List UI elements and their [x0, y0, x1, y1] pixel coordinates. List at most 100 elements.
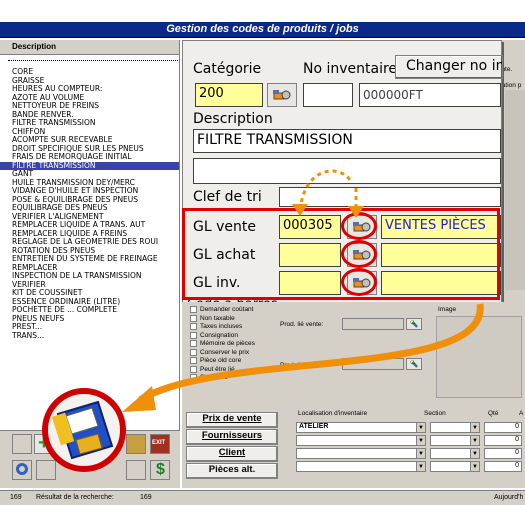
categorie-label: Catégorie	[193, 61, 262, 77]
list-item[interactable]: VIDANGE D'HUILE ET INSPECTION	[0, 187, 179, 196]
list-item[interactable]: INSPECTION DE LA TRANSMISSION	[0, 272, 179, 281]
chevron-down-icon[interactable]: ▼	[470, 423, 479, 432]
status-result-label: Résultat de la recherche:	[36, 494, 114, 501]
col-a: A	[519, 410, 524, 417]
section-select[interactable]: ▼	[430, 422, 480, 433]
list-item[interactable]: NETTOYEUR DE FREINS	[0, 102, 179, 111]
list-item[interactable]: REMPLACER LIQUIDE À TRANS. AUT	[0, 221, 179, 230]
list-item[interactable]: FILTRE TRANSMISSION	[0, 119, 179, 128]
clef-de-tri-label: Clef de tri	[193, 189, 262, 205]
status-bar: 169 Résultat de la recherche: 169 Aujour…	[0, 490, 525, 505]
list-item[interactable]: REMPLACER LIQUIDE À FREINS	[0, 230, 179, 239]
exit-icon: EXIT	[152, 440, 166, 446]
status-result-value: 169	[140, 494, 152, 501]
description-field[interactable]: FILTRE TRANSMISSION	[193, 129, 501, 153]
qte-field[interactable]: 0	[484, 435, 522, 446]
client-label: Client	[218, 447, 246, 458]
list-item[interactable]: FRAIS DE REMORQUAGE INITIAL	[0, 153, 179, 162]
list-item[interactable]: RÉGLAGE DE LA GÉOMÉTRIE DES ROUI	[0, 238, 179, 247]
highlight-circle-inv	[341, 268, 377, 296]
list-item[interactable]: HEURES AU COMPTEUR:	[0, 85, 179, 94]
fournisseurs-button[interactable]: Fournisseurs	[186, 429, 278, 445]
list-item[interactable]: VÉRIFIER	[0, 281, 179, 290]
pieces-alt-label: Pièces alt.	[208, 464, 256, 475]
save-disk-icon	[51, 400, 114, 460]
localisation-value: ATELIER	[299, 423, 329, 430]
list-item[interactable]: REMPLACER	[0, 264, 179, 273]
no-inventaire-prefix-field[interactable]	[303, 83, 353, 107]
qte-field[interactable]: 0	[484, 448, 522, 459]
list-item[interactable]: VÉRIFIER L'ALIGNEMENT	[0, 213, 179, 222]
qte-field[interactable]: 0	[484, 422, 522, 433]
list-item[interactable]: BANDE RENVER.	[0, 111, 179, 120]
description-label: Description	[193, 111, 273, 127]
localisation-select[interactable]: ▼	[296, 435, 426, 446]
right-hint-2: tation p	[500, 82, 522, 89]
list-item[interactable]: ROTATION DES PNEUS	[0, 247, 179, 256]
status-count: 169	[10, 494, 22, 501]
fournisseurs-label: Fournisseurs	[201, 430, 263, 441]
categorie-field[interactable]: 200	[195, 83, 263, 107]
window-title: Gestion des codes de produits / jobs	[166, 23, 359, 35]
list-item[interactable]: GRAISSE	[0, 77, 179, 86]
dollar-icon: $	[156, 461, 165, 478]
localisation-select[interactable]: ATELIER ▼	[296, 422, 426, 433]
list-item[interactable]: AZOTE AU VOLUME	[0, 94, 179, 103]
list-item[interactable]: ACOMPTE SUR RECEVABLE	[0, 136, 179, 145]
chevron-down-icon[interactable]: ▼	[416, 423, 425, 432]
section-select[interactable]: ▼	[430, 448, 480, 459]
chevron-down-icon[interactable]: ▼	[416, 436, 425, 445]
list-item[interactable]: POSE & ÉQUILIBRAGE DES PNEUS	[0, 196, 179, 205]
inventory-row: ▼ ▼ 0	[296, 435, 525, 447]
client-button[interactable]: Client	[186, 446, 278, 462]
pieces-alt-button[interactable]: Pièces alt.	[186, 463, 278, 479]
chevron-down-icon[interactable]: ▼	[470, 449, 479, 458]
list-item[interactable]: CORE	[0, 68, 179, 77]
prix-de-vente-label: Prix de vente	[202, 413, 262, 424]
col-localisation: Localisation d'inventaire	[298, 410, 368, 417]
inventory-row: ATELIER ▼ ▼ 0	[296, 422, 525, 434]
no-inventaire-field[interactable]: 000000FT	[359, 83, 501, 107]
list-item[interactable]: ÉQUILIBRAGE DES PNEUS	[0, 204, 179, 213]
section-select[interactable]: ▼	[430, 435, 480, 446]
list-item[interactable]: HUILE TRANSMISSION DEY/MERC	[0, 179, 179, 188]
highlight-circle-achat	[341, 240, 377, 268]
chevron-down-icon[interactable]: ▼	[470, 462, 479, 471]
exit-button[interactable]: EXIT	[150, 434, 170, 454]
magnify-icon	[16, 463, 28, 475]
tool-button-3[interactable]	[126, 460, 146, 480]
side-column	[505, 90, 525, 290]
magnify-button[interactable]	[12, 460, 32, 480]
header-separator	[8, 60, 178, 61]
section-select[interactable]: ▼	[430, 461, 480, 472]
chevron-down-icon[interactable]: ▼	[416, 449, 425, 458]
dotted-arrows	[292, 169, 364, 218]
save-button-highlight[interactable]	[42, 388, 126, 472]
list-item[interactable]: FILTRE TRANSMISSION	[0, 161, 179, 170]
list-item[interactable]: GANT	[0, 170, 179, 179]
flashlight-search-icon	[273, 90, 291, 100]
inventory-row: ▼ ▼ 0	[296, 448, 525, 460]
col-qte: Qté	[488, 410, 499, 417]
status-right: Aujourd'h	[494, 494, 524, 501]
changer-no-inventaire-button[interactable]: Changer no inve	[395, 55, 503, 79]
qte-field[interactable]: 0	[484, 461, 522, 472]
col-section: Section	[424, 410, 446, 417]
tool-button-1[interactable]	[12, 434, 32, 454]
tool-button-dollar[interactable]: $	[150, 460, 170, 480]
categorie-lookup-button[interactable]	[267, 83, 297, 107]
inventory-row: ▼ ▼ 0	[296, 461, 525, 473]
chevron-down-icon[interactable]: ▼	[470, 436, 479, 445]
list-header-description[interactable]: Description	[0, 40, 179, 55]
localisation-select[interactable]: ▼	[296, 461, 426, 472]
no-inventaire-label: No inventaire	[303, 61, 398, 77]
list-item[interactable]: KIT DE COUSSINET	[0, 289, 179, 298]
chevron-down-icon[interactable]: ▼	[416, 462, 425, 471]
title-bar: Gestion des codes de produits / jobs	[0, 22, 525, 38]
localisation-select[interactable]: ▼	[296, 448, 426, 459]
list-item[interactable]: CHIFFON	[0, 128, 179, 137]
list-item[interactable]: ENTRETIEN DU SYSTÈME DE FREINAGE	[0, 255, 179, 264]
prix-de-vente-button[interactable]: Prix de vente	[186, 412, 278, 428]
tool-button-bars[interactable]	[126, 434, 146, 454]
list-item[interactable]: DROIT SPÉCIFIQUE SUR LES PNEUS	[0, 145, 179, 154]
